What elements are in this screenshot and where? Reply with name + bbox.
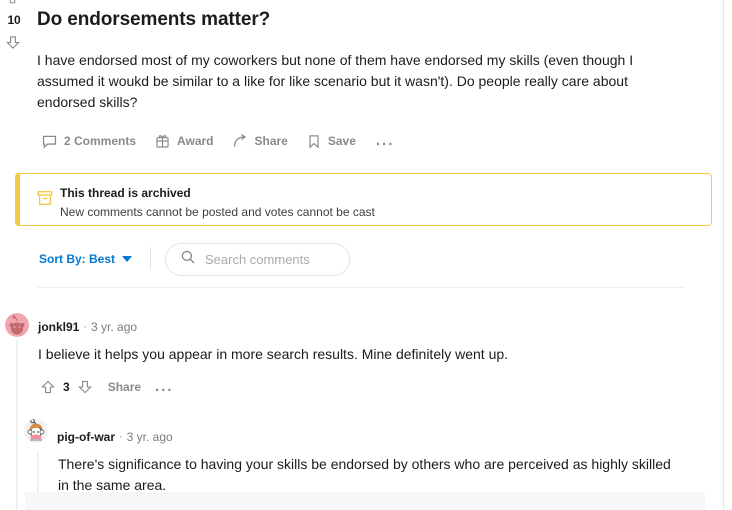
- comment-body-text: There's significance to having your skil…: [58, 456, 671, 493]
- avatar[interactable]: [24, 419, 48, 443]
- comment-author-name[interactable]: pig-of-war: [57, 430, 115, 444]
- comment-controls-row: Sort By: Best: [37, 243, 697, 277]
- comments-button[interactable]: 2 Comments: [37, 129, 144, 153]
- comment-upvote-icon[interactable]: [37, 377, 59, 397]
- comment-bubble-icon: [41, 133, 58, 150]
- search-comments-box[interactable]: [165, 243, 350, 276]
- ellipsis-icon: ...: [155, 378, 174, 395]
- post-action-bar: 2 Comments Award Share Save ...: [37, 129, 400, 153]
- share-button[interactable]: Share: [228, 129, 296, 153]
- downvote-icon[interactable]: [5, 34, 21, 51]
- archived-banner-title: This thread is archived: [60, 186, 191, 200]
- award-label: Award: [177, 134, 214, 148]
- post-vote-rail: 10: [0, 0, 28, 70]
- page-right-border: [723, 0, 724, 510]
- meta-separator: ·: [83, 321, 88, 333]
- comment-body-text: I believe it helps you appear in more se…: [38, 346, 509, 362]
- comment-downvote-icon[interactable]: [74, 377, 96, 397]
- archived-banner-subtitle: New comments cannot be posted and votes …: [60, 205, 375, 219]
- post-body-text: I have endorsed most of my coworkers but…: [37, 52, 634, 110]
- comment-author-name[interactable]: jonkl91: [38, 320, 79, 334]
- ellipsis-icon: ...: [375, 132, 395, 149]
- bookmark-icon: [306, 133, 322, 150]
- share-label: Share: [254, 134, 288, 148]
- thread-line-level-1[interactable]: [16, 340, 18, 510]
- comment-action-bar: 3 Share ...: [37, 376, 180, 398]
- search-icon: [180, 249, 196, 270]
- comments-label: 2 Comments: [64, 134, 137, 148]
- gift-icon: [154, 133, 171, 150]
- archive-box-icon: [36, 189, 54, 207]
- post-score: 10: [7, 13, 21, 27]
- comment-timestamp: 3 yr. ago: [91, 320, 138, 334]
- controls-divider: [150, 247, 151, 269]
- comments-divider: [37, 287, 684, 288]
- comment-timestamp: 3 yr. ago: [126, 430, 173, 444]
- comment-more-options-button[interactable]: ...: [149, 378, 180, 396]
- avatar[interactable]: [5, 313, 29, 337]
- sort-by-dropdown[interactable]: Sort By: Best: [37, 249, 134, 269]
- comment-author-row: jonkl91 · 3 yr. ago: [38, 320, 137, 334]
- comment-share-button[interactable]: Share: [102, 378, 147, 396]
- comment-highlight-band: [25, 492, 705, 510]
- post-more-options-button[interactable]: ...: [370, 129, 401, 153]
- meta-separator: ·: [119, 431, 123, 443]
- sort-by-label: Sort By: Best: [39, 252, 116, 266]
- chevron-down-icon: [122, 256, 133, 262]
- comment-score: 3: [63, 380, 70, 394]
- award-button[interactable]: Award: [150, 129, 221, 153]
- search-comments-input[interactable]: [205, 252, 335, 267]
- post-title: Do endorsements matter?: [37, 9, 271, 30]
- comment-author-row: pig-of-war · 3 yr. ago: [57, 430, 173, 444]
- save-button[interactable]: Save: [302, 129, 364, 153]
- upvote-icon[interactable]: [5, 0, 20, 5]
- share-arrow-icon: [232, 133, 249, 150]
- save-label: Save: [327, 134, 356, 148]
- reddit-post-page: 10 Do endorsements matter? I have endors…: [0, 0, 732, 510]
- archived-thread-banner: This thread is archived New comments can…: [15, 173, 712, 226]
